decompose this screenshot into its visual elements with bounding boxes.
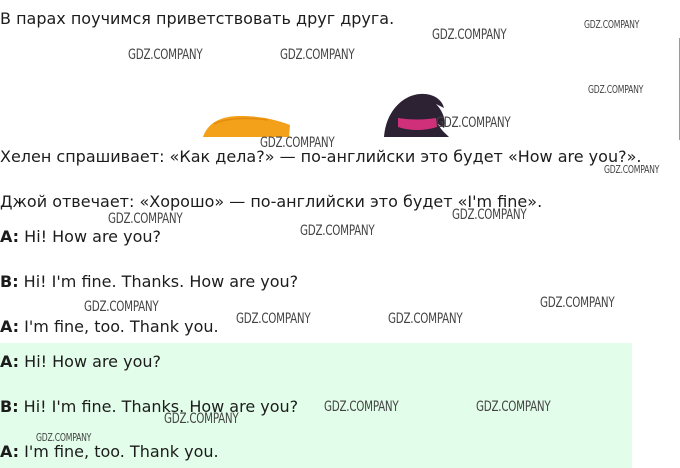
speaker-label: B:: [0, 397, 19, 416]
speaker-label: A:: [0, 317, 20, 336]
dialogue-line: A: I'm fine, too. Thank you.: [0, 317, 219, 337]
dialogue-text: Hi! How are you?: [19, 352, 161, 371]
watermark-text: GDZ.COMPANY: [260, 135, 335, 151]
watermark-text: GDZ.COMPANY: [388, 311, 463, 327]
watermark-text: GDZ.COMPANY: [280, 47, 355, 63]
watermark-text: GDZ.COMPANY: [128, 47, 203, 63]
watermark-text: GDZ.COMPANY: [584, 19, 640, 31]
speaker-label: A:: [0, 352, 20, 371]
speaker-label: A:: [0, 227, 20, 246]
watermark-text: GDZ.COMPANY: [236, 311, 311, 327]
dialogue-line: B: Hi! I'm fine. Thanks. How are you?: [0, 272, 298, 292]
speaker-label: B:: [0, 272, 19, 291]
watermark-text: GDZ.COMPANY: [604, 164, 660, 176]
watermark-text: GDZ.COMPANY: [36, 432, 92, 444]
watermark-text: GDZ.COMPANY: [84, 299, 159, 315]
watermark-text: GDZ.COMPANY: [324, 399, 399, 415]
dialogue-text: Hi! How are you?: [19, 227, 161, 246]
speaker-label: A:: [0, 442, 20, 461]
watermark-text: GDZ.COMPANY: [588, 84, 644, 96]
dialogue-text: I'm fine, too. Thank you.: [19, 442, 219, 461]
dialogue-line: A: Hi! How are you?: [0, 227, 161, 247]
watermark-text: GDZ.COMPANY: [476, 399, 551, 415]
dialogue-line: A: Hi! How are you?: [0, 352, 161, 372]
watermark-text: GDZ.COMPANY: [432, 27, 507, 43]
watermark-text: GDZ.COMPANY: [436, 115, 511, 131]
dialogue-line: B: Hi! I'm fine. Thanks. How are you?: [0, 397, 298, 417]
dialogue-line: A: I'm fine, too. Thank you.: [0, 442, 219, 462]
watermark-text: GDZ.COMPANY: [300, 223, 375, 239]
watermark-text: GDZ.COMPANY: [164, 411, 239, 427]
dialogue-text: Hi! I'm fine. Thanks. How are you?: [18, 397, 299, 416]
dialogue-text: I'm fine, too. Thank you.: [19, 317, 219, 336]
watermark-text: GDZ.COMPANY: [452, 207, 527, 223]
helen-hair-illustration: [203, 116, 290, 137]
watermark-text: GDZ.COMPANY: [540, 295, 615, 311]
dialogue-text: Hi! I'm fine. Thanks. How are you?: [18, 272, 299, 291]
watermark-text: GDZ.COMPANY: [108, 211, 183, 227]
